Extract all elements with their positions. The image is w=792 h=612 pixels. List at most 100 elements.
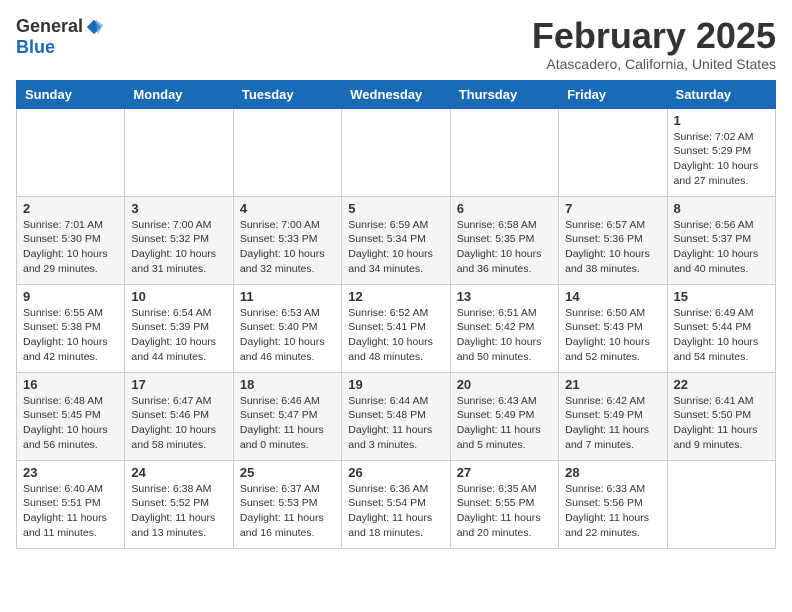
calendar-cell: 16 Sunrise: 6:48 AM Sunset: 5:45 PM Dayli… <box>17 372 125 460</box>
day-info: Sunrise: 7:02 AM Sunset: 5:29 PM Dayligh… <box>674 130 769 189</box>
calendar-cell: 1 Sunrise: 7:02 AM Sunset: 5:29 PM Daylig… <box>667 108 775 196</box>
day-number: 26 <box>348 465 443 480</box>
day-number: 6 <box>457 201 552 216</box>
day-number: 3 <box>131 201 226 216</box>
day-info: Sunrise: 7:00 AM Sunset: 5:32 PM Dayligh… <box>131 218 226 277</box>
page-header: General Blue February 2025 Atascadero, C… <box>16 16 776 72</box>
day-info: Sunrise: 6:50 AM Sunset: 5:43 PM Dayligh… <box>565 306 660 365</box>
day-number: 13 <box>457 289 552 304</box>
day-info: Sunrise: 7:00 AM Sunset: 5:33 PM Dayligh… <box>240 218 335 277</box>
day-number: 8 <box>674 201 769 216</box>
week-row-5: 23 Sunrise: 6:40 AM Sunset: 5:51 PM Dayli… <box>17 460 776 548</box>
day-number: 12 <box>348 289 443 304</box>
day-info: Sunrise: 7:01 AM Sunset: 5:30 PM Dayligh… <box>23 218 118 277</box>
calendar-cell: 27Sunrise: 6:35 AM Sunset: 5:55 PM Dayli… <box>450 460 558 548</box>
week-row-3: 9Sunrise: 6:55 AM Sunset: 5:38 PM Daylig… <box>17 284 776 372</box>
calendar-cell: 25 Sunrise: 6:37 AM Sunset: 5:53 PM Dayli… <box>233 460 341 548</box>
day-info: Sunrise: 6:48 AM Sunset: 5:45 PM Dayligh… <box>23 394 118 453</box>
day-info: Sunrise: 6:54 AM Sunset: 5:39 PM Dayligh… <box>131 306 226 365</box>
calendar-cell <box>125 108 233 196</box>
title-section: February 2025 Atascadero, California, Un… <box>532 16 776 72</box>
calendar-cell: 3 Sunrise: 7:00 AM Sunset: 5:32 PM Daylig… <box>125 196 233 284</box>
day-number: 16 <box>23 377 118 392</box>
calendar-cell: 21Sunrise: 6:42 AM Sunset: 5:49 PM Dayli… <box>559 372 667 460</box>
day-info: Sunrise: 6:41 AM Sunset: 5:50 PM Dayligh… <box>674 394 769 453</box>
day-number: 15 <box>674 289 769 304</box>
calendar-cell: 6 Sunrise: 6:58 AM Sunset: 5:35 PM Daylig… <box>450 196 558 284</box>
calendar-cell: 10 Sunrise: 6:54 AM Sunset: 5:39 PM Dayli… <box>125 284 233 372</box>
day-number: 24 <box>131 465 226 480</box>
day-info: Sunrise: 6:56 AM Sunset: 5:37 PM Dayligh… <box>674 218 769 277</box>
day-number: 21 <box>565 377 660 392</box>
day-number: 19 <box>348 377 443 392</box>
day-info: Sunrise: 6:52 AM Sunset: 5:41 PM Dayligh… <box>348 306 443 365</box>
calendar-cell: 24 Sunrise: 6:38 AM Sunset: 5:52 PM Dayli… <box>125 460 233 548</box>
weekday-header-monday: Monday <box>125 80 233 108</box>
calendar-cell: 5 Sunrise: 6:59 AM Sunset: 5:34 PM Daylig… <box>342 196 450 284</box>
day-number: 25 <box>240 465 335 480</box>
calendar-cell: 22 Sunrise: 6:41 AM Sunset: 5:50 PM Dayli… <box>667 372 775 460</box>
week-row-1: 1 Sunrise: 7:02 AM Sunset: 5:29 PM Daylig… <box>17 108 776 196</box>
day-number: 28 <box>565 465 660 480</box>
week-row-2: 2 Sunrise: 7:01 AM Sunset: 5:30 PM Daylig… <box>17 196 776 284</box>
day-info: Sunrise: 6:47 AM Sunset: 5:46 PM Dayligh… <box>131 394 226 453</box>
day-info: Sunrise: 6:37 AM Sunset: 5:53 PM Dayligh… <box>240 482 335 541</box>
calendar-cell <box>450 108 558 196</box>
month-title: February 2025 <box>532 16 776 56</box>
day-number: 14 <box>565 289 660 304</box>
weekday-header-thursday: Thursday <box>450 80 558 108</box>
week-row-4: 16 Sunrise: 6:48 AM Sunset: 5:45 PM Dayli… <box>17 372 776 460</box>
day-number: 5 <box>348 201 443 216</box>
day-number: 7 <box>565 201 660 216</box>
calendar-cell: 7 Sunrise: 6:57 AM Sunset: 5:36 PM Daylig… <box>559 196 667 284</box>
day-number: 11 <box>240 289 335 304</box>
logo-blue-text: Blue <box>16 37 55 58</box>
day-info: Sunrise: 6:57 AM Sunset: 5:36 PM Dayligh… <box>565 218 660 277</box>
weekday-header-saturday: Saturday <box>667 80 775 108</box>
weekday-header-tuesday: Tuesday <box>233 80 341 108</box>
day-info: Sunrise: 6:44 AM Sunset: 5:48 PM Dayligh… <box>348 394 443 453</box>
day-number: 20 <box>457 377 552 392</box>
logo-icon <box>85 18 103 36</box>
weekday-header-sunday: Sunday <box>17 80 125 108</box>
day-info: Sunrise: 6:58 AM Sunset: 5:35 PM Dayligh… <box>457 218 552 277</box>
day-number: 18 <box>240 377 335 392</box>
weekday-header-row: SundayMondayTuesdayWednesdayThursdayFrid… <box>17 80 776 108</box>
day-info: Sunrise: 6:36 AM Sunset: 5:54 PM Dayligh… <box>348 482 443 541</box>
day-info: Sunrise: 6:33 AM Sunset: 5:56 PM Dayligh… <box>565 482 660 541</box>
day-info: Sunrise: 6:40 AM Sunset: 5:51 PM Dayligh… <box>23 482 118 541</box>
day-info: Sunrise: 6:49 AM Sunset: 5:44 PM Dayligh… <box>674 306 769 365</box>
calendar-cell: 9Sunrise: 6:55 AM Sunset: 5:38 PM Daylig… <box>17 284 125 372</box>
day-info: Sunrise: 6:51 AM Sunset: 5:42 PM Dayligh… <box>457 306 552 365</box>
weekday-header-wednesday: Wednesday <box>342 80 450 108</box>
calendar-cell: 12 Sunrise: 6:52 AM Sunset: 5:41 PM Dayli… <box>342 284 450 372</box>
calendar-cell: 4 Sunrise: 7:00 AM Sunset: 5:33 PM Daylig… <box>233 196 341 284</box>
calendar-cell: 13 Sunrise: 6:51 AM Sunset: 5:42 PM Dayli… <box>450 284 558 372</box>
day-number: 22 <box>674 377 769 392</box>
calendar-cell: 20Sunrise: 6:43 AM Sunset: 5:49 PM Dayli… <box>450 372 558 460</box>
calendar-cell: 18 Sunrise: 6:46 AM Sunset: 5:47 PM Dayli… <box>233 372 341 460</box>
day-number: 23 <box>23 465 118 480</box>
calendar-cell: 11 Sunrise: 6:53 AM Sunset: 5:40 PM Dayli… <box>233 284 341 372</box>
location-text: Atascadero, California, United States <box>532 56 776 72</box>
calendar-cell: 15 Sunrise: 6:49 AM Sunset: 5:44 PM Dayli… <box>667 284 775 372</box>
calendar-table: SundayMondayTuesdayWednesdayThursdayFrid… <box>16 80 776 549</box>
day-info: Sunrise: 6:46 AM Sunset: 5:47 PM Dayligh… <box>240 394 335 453</box>
day-number: 10 <box>131 289 226 304</box>
logo-general-text: General <box>16 16 83 37</box>
day-info: Sunrise: 6:59 AM Sunset: 5:34 PM Dayligh… <box>348 218 443 277</box>
calendar-cell: 17Sunrise: 6:47 AM Sunset: 5:46 PM Dayli… <box>125 372 233 460</box>
day-info: Sunrise: 6:53 AM Sunset: 5:40 PM Dayligh… <box>240 306 335 365</box>
day-number: 1 <box>674 113 769 128</box>
day-info: Sunrise: 6:38 AM Sunset: 5:52 PM Dayligh… <box>131 482 226 541</box>
calendar-cell: 2 Sunrise: 7:01 AM Sunset: 5:30 PM Daylig… <box>17 196 125 284</box>
day-number: 27 <box>457 465 552 480</box>
weekday-header-friday: Friday <box>559 80 667 108</box>
calendar-cell <box>17 108 125 196</box>
calendar-cell <box>559 108 667 196</box>
day-number: 4 <box>240 201 335 216</box>
calendar-cell: 19 Sunrise: 6:44 AM Sunset: 5:48 PM Dayli… <box>342 372 450 460</box>
day-number: 2 <box>23 201 118 216</box>
calendar-cell: 23 Sunrise: 6:40 AM Sunset: 5:51 PM Dayli… <box>17 460 125 548</box>
logo: General Blue <box>16 16 103 58</box>
